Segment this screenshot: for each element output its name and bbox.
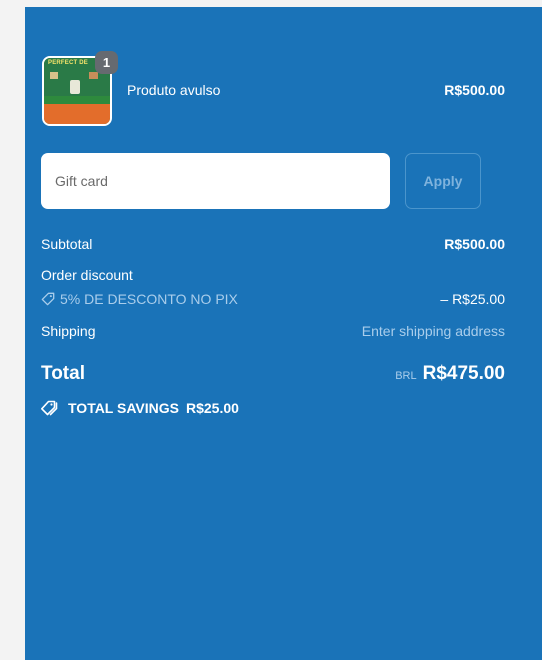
tags-icon [41,400,58,416]
savings-label: TOTAL SAVINGS [68,400,179,416]
subtotal-value: R$500.00 [444,236,505,252]
product-price: R$500.00 [444,82,505,98]
currency-code: BRL [395,370,417,382]
discount-code: 5% DE DESCONTO NO PIX [41,291,238,307]
total-label: Total [41,363,85,384]
total-value: BRL R$475.00 [395,363,505,385]
product-image-text: PERFECT DE [48,60,89,66]
total-savings: TOTAL SAVINGS R$25.00 [41,400,239,416]
product-image-frame [50,72,58,79]
shipping-value: Enter shipping address [361,323,505,339]
quantity-badge: 1 [95,51,118,74]
gift-card-input[interactable] [41,153,390,209]
subtotal-label: Subtotal [41,236,93,252]
product-name: Produto avulso [127,82,221,98]
total-amount: R$475.00 [422,363,505,384]
discount-code-label: 5% DE DESCONTO NO PIX [60,291,238,307]
apply-button[interactable]: Apply [405,153,481,209]
savings-value: R$25.00 [185,400,239,416]
product-image-frame [89,72,98,79]
discount-value: – R$25.00 [440,291,505,307]
product-image-plant [70,80,80,94]
order-discount-label: Order discount [41,267,133,283]
product-image-floor [44,104,110,124]
shipping-label: Shipping [41,323,96,339]
tag-icon [41,292,55,306]
